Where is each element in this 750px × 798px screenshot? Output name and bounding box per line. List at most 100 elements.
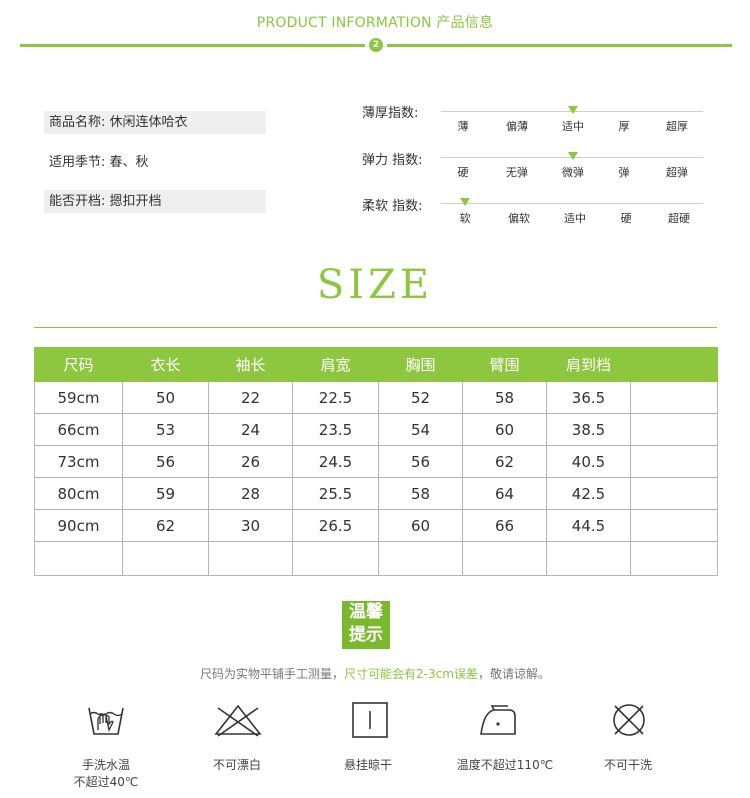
table-cell: 59cm <box>34 381 123 414</box>
table-cell: 60 <box>378 509 463 542</box>
table-cell: 60 <box>462 413 547 446</box>
table-cell: 56 <box>122 445 209 478</box>
index-option: 弹 <box>618 166 630 179</box>
no-dry-clean-icon <box>613 704 645 736</box>
header-shoulder: 肩宽 <box>292 347 379 382</box>
index-option: 薄 <box>457 120 469 133</box>
hang-dry-icon <box>352 702 388 738</box>
info-crotch-opening: 能否开档: 摁扣开档 <box>44 190 266 213</box>
table-cell <box>630 445 718 478</box>
tip-badge-line1: 温馨 <box>349 602 383 622</box>
header-size: 尺码 <box>34 347 123 382</box>
header-divider-right <box>387 44 732 47</box>
table-cell: 44.5 <box>546 509 631 542</box>
size-divider <box>34 327 717 328</box>
care-label-line1: 不可干洗 <box>603 758 652 772</box>
index-option: 超厚 <box>666 120 688 133</box>
index-option: 超弹 <box>666 166 688 179</box>
header-length: 衣长 <box>122 347 209 382</box>
index-marker-icon <box>460 198 470 206</box>
care-label-line1: 悬挂晾干 <box>343 758 392 772</box>
step-badge: 2 <box>369 38 383 52</box>
table-cell: 53 <box>122 413 209 446</box>
index-marker-icon <box>568 106 578 114</box>
table-cell: 50 <box>122 381 209 414</box>
care-label: 悬挂晾干 <box>308 757 428 774</box>
index-option: 无弹 <box>506 166 528 179</box>
header-chest: 胸围 <box>378 347 463 382</box>
table-row: 66cm 53 24 23.5 54 60 38.5 <box>34 413 718 446</box>
index-label: 薄厚指数: <box>362 106 419 121</box>
index-scale-line <box>441 203 703 204</box>
header-divider-left <box>20 44 365 47</box>
care-label: 手洗水温 不超过40℃ <box>46 757 166 791</box>
index-marker-icon <box>568 152 578 160</box>
index-option: 适中 <box>562 120 584 133</box>
note-prefix: 尺码为实物平铺手工测量， <box>200 667 345 681</box>
table-row: 59cm 50 22 22.5 52 58 36.5 <box>34 381 718 414</box>
table-cell: 40.5 <box>546 445 631 478</box>
care-label: 不可漂白 <box>177 757 297 774</box>
measurement-note: 尺码为实物平铺手工测量，尺寸可能会有2-3cm误差，敬请谅解。 <box>0 665 750 682</box>
table-cell <box>630 381 718 414</box>
table-cell <box>546 541 631 576</box>
table-cell: 26 <box>208 445 293 478</box>
table-cell: 62 <box>462 445 547 478</box>
table-cell: 38.5 <box>546 413 631 446</box>
table-cell: 30 <box>208 509 293 542</box>
table-cell: 25.5 <box>292 477 379 510</box>
table-cell: 28 <box>208 477 293 510</box>
header-shoulder-to-crotch: 肩到档 <box>546 347 631 382</box>
index-label: 柔软 指数: <box>362 199 423 214</box>
care-label: 温度不超过110℃ <box>445 757 565 774</box>
table-cell <box>630 477 718 510</box>
table-cell <box>630 413 718 446</box>
info-season: 适用季节: 春、秋 <box>49 155 149 170</box>
table-cell <box>208 541 293 576</box>
table-cell: 64 <box>462 477 547 510</box>
table-cell: 26.5 <box>292 509 379 542</box>
table-row: 90cm 62 30 26.5 60 66 44.5 <box>34 509 718 542</box>
index-option: 超硬 <box>668 212 690 225</box>
note-suffix: ，敬请谅解。 <box>477 667 550 681</box>
tip-badge: 温馨 提示 <box>342 601 390 649</box>
index-option: 微弹 <box>562 166 584 179</box>
size-table: 尺码 衣长 袖长 肩宽 胸围 臂围 肩到档 59cm 50 22 22.5 52… <box>34 347 718 576</box>
table-cell <box>34 541 123 576</box>
index-option: 硬 <box>620 212 632 225</box>
table-cell: 36.5 <box>546 381 631 414</box>
no-bleach-icon <box>214 704 262 737</box>
table-cell: 62 <box>122 509 209 542</box>
table-cell: 54 <box>378 413 463 446</box>
index-option: 偏软 <box>508 212 530 225</box>
index-option: 硬 <box>457 166 469 179</box>
table-cell: 58 <box>462 381 547 414</box>
table-cell <box>462 541 547 576</box>
info-product-name: 商品名称: 休闲连体哈衣 <box>44 111 266 134</box>
care-label-line1: 温度不超过110℃ <box>456 758 554 772</box>
header-arm: 臂围 <box>462 347 547 382</box>
table-cell: 56 <box>378 445 463 478</box>
index-label: 弹力 指数: <box>362 153 423 168</box>
table-cell: 24 <box>208 413 293 446</box>
tip-badge-line2: 提示 <box>349 625 383 645</box>
table-cell: 52 <box>378 381 463 414</box>
index-option: 偏薄 <box>506 120 528 133</box>
index-option: 厚 <box>618 120 630 133</box>
header-empty <box>630 347 718 382</box>
table-cell: 90cm <box>34 509 123 542</box>
table-cell: 59 <box>122 477 209 510</box>
table-cell: 66cm <box>34 413 123 446</box>
table-cell <box>630 541 718 576</box>
section-title: PRODUCT INFORMATION 产品信息 <box>256 15 494 31</box>
care-label-line1: 手洗水温 <box>81 758 130 772</box>
note-highlight: 尺寸可能会有2-3cm误差 <box>344 667 478 681</box>
table-cell: 24.5 <box>292 445 379 478</box>
table-cell: 22.5 <box>292 381 379 414</box>
table-cell: 73cm <box>34 445 123 478</box>
table-cell: 66 <box>462 509 547 542</box>
table-cell: 23.5 <box>292 413 379 446</box>
table-cell <box>122 541 209 576</box>
table-cell: 58 <box>378 477 463 510</box>
table-row: 80cm 59 28 25.5 58 64 42.5 <box>34 477 718 510</box>
